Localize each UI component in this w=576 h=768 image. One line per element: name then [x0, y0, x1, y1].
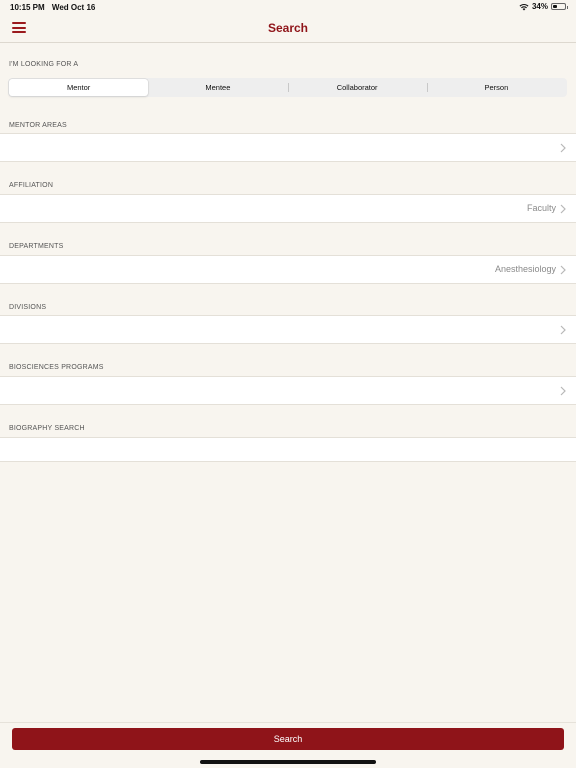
battery-percentage: 34% — [531, 2, 548, 11]
chevron-right-icon — [560, 386, 566, 396]
home-indicator — [200, 760, 376, 764]
chevron-right-icon — [560, 325, 566, 335]
chevron-right-icon — [560, 204, 566, 214]
divisions-row[interactable] — [0, 315, 576, 344]
biography-search-field[interactable] — [0, 437, 576, 462]
divisions-header: DIVISIONS — [9, 304, 47, 311]
status-time-date: 10:15 PM Wed Oct 16 — [10, 3, 95, 12]
segment-person[interactable]: Person — [426, 79, 566, 96]
status-bar: 10:15 PM Wed Oct 16 34% — [0, 0, 576, 14]
biography-search-header: BIOGRAPHY SEARCH — [9, 425, 85, 432]
segment-mentor[interactable]: Mentor — [9, 79, 149, 96]
affiliation-row[interactable]: Faculty — [0, 194, 576, 223]
affiliation-header: AFFILIATION — [9, 182, 54, 189]
biosciences-programs-header: BIOSCIENCES PROGRAMS — [9, 364, 104, 371]
wifi-icon — [519, 3, 529, 10]
segment-mentee[interactable]: Mentee — [148, 79, 287, 96]
status-indicators: 34% — [519, 2, 568, 11]
footer-divider — [0, 722, 576, 723]
departments-value: Anesthesiology — [494, 264, 556, 274]
battery-icon — [551, 3, 568, 10]
search-button[interactable]: Search — [12, 728, 564, 750]
battery-fill — [553, 5, 557, 8]
looking-for-header: I'M LOOKING FOR A — [9, 61, 79, 68]
page-title: Search — [267, 21, 309, 35]
mentor-areas-header: MENTOR AREAS — [9, 122, 67, 129]
looking-for-segmented-control: Mentor Mentee Collaborator Person — [8, 78, 567, 97]
affiliation-value: Faculty — [526, 203, 556, 213]
status-time: 10:15 PM — [10, 3, 45, 12]
biosciences-programs-row[interactable] — [0, 376, 576, 405]
chevron-right-icon — [560, 265, 566, 275]
departments-row[interactable]: Anesthesiology — [0, 255, 576, 284]
chevron-right-icon — [560, 143, 566, 153]
departments-header: DEPARTMENTS — [9, 243, 64, 250]
status-date: Wed Oct 16 — [51, 3, 96, 12]
navigation-bar: Search — [0, 14, 576, 43]
mentor-areas-row[interactable] — [0, 133, 576, 162]
segment-collaborator[interactable]: Collaborator — [287, 79, 427, 96]
